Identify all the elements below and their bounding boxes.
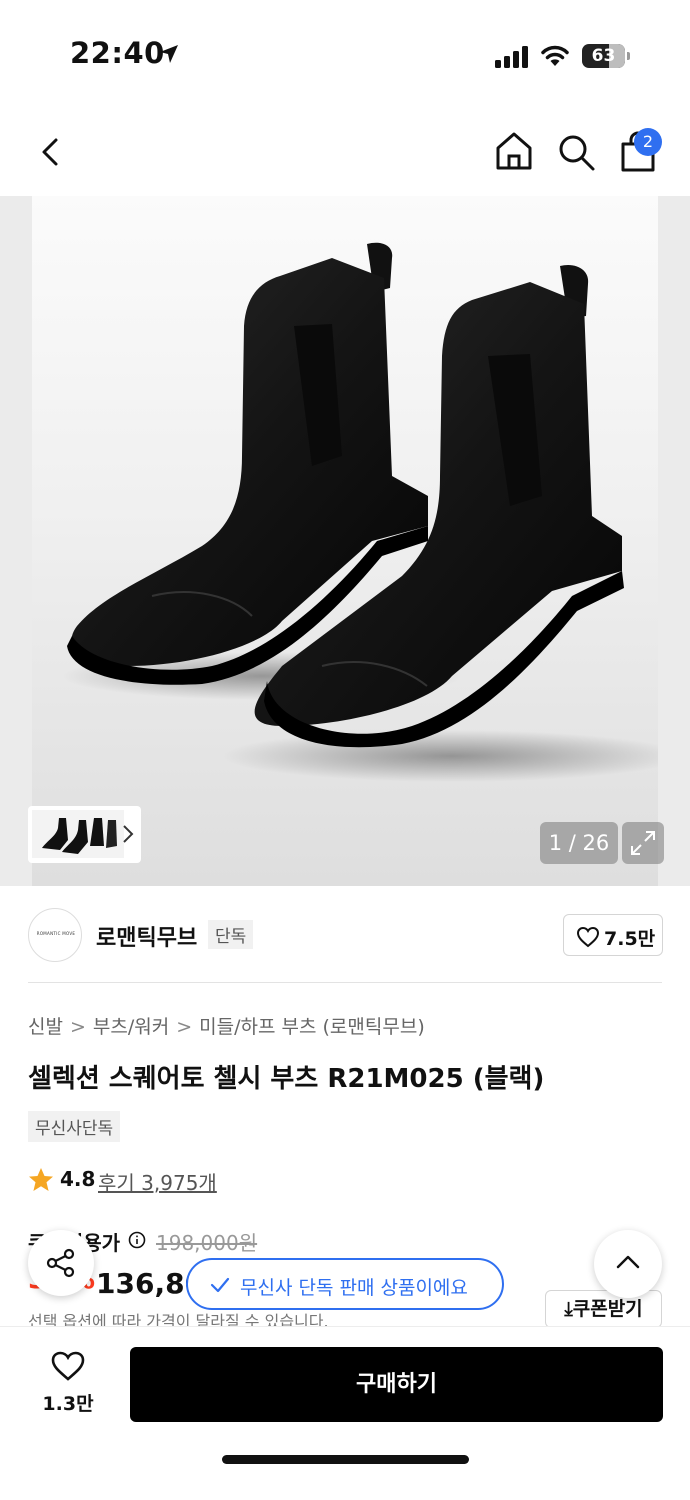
battery-icon: 63 [582, 44, 630, 68]
home-icon[interactable] [494, 130, 534, 172]
exclusive-badge: 무신사단독 [28, 1111, 121, 1142]
coupon-button[interactable]: ⤓쿠폰받기 [545, 1290, 662, 1328]
battery-percent: 63 [591, 46, 616, 66]
brand-exclusive-tag: 단독 [208, 920, 254, 949]
rating-value: 4.8 [60, 1167, 96, 1191]
share-button[interactable] [28, 1230, 94, 1296]
breadcrumb-item[interactable]: 미들/하프 부츠 (로맨틱무브) [199, 1016, 425, 1038]
chevron-right-icon: > [176, 1016, 193, 1038]
coupon-button-label: 쿠폰받기 [572, 1298, 643, 1320]
wishlist-count: 1.3만 [42, 1393, 94, 1415]
product-image-gallery[interactable]: 1 / 26 [0, 196, 690, 886]
scroll-to-top-button[interactable] [594, 1230, 662, 1298]
heart-icon [51, 1351, 85, 1381]
chevron-right-icon[interactable] [120, 820, 136, 848]
brand-like-count: 7.5만 [604, 928, 656, 950]
breadcrumb-item[interactable]: 신발 [28, 1016, 63, 1038]
info-icon[interactable] [128, 1231, 146, 1249]
breadcrumb: 신발 > 부츠/워커 > 미들/하프 부츠 (로맨틱무브) [28, 1012, 425, 1039]
exclusive-toast: 무신사 단독 판매 상품이에요 [186, 1258, 504, 1310]
buy-button[interactable]: 구매하기 [130, 1347, 663, 1422]
original-price: 198,000원 [156, 1231, 258, 1255]
search-icon[interactable] [556, 132, 596, 172]
image-counter: 1 / 26 [540, 822, 618, 864]
review-count-link[interactable]: 후기 3,975개 [98, 1167, 217, 1196]
top-nav [0, 120, 690, 186]
toast-message: 무신사 단독 판매 상품이에요 [240, 1277, 468, 1299]
expand-icon [631, 831, 655, 855]
brand-like-button[interactable]: 7.5만 [563, 914, 663, 956]
brand-row: ROMANTIC MOVE 로맨틱무브 단독 7.5만 [0, 900, 690, 970]
star-icon [29, 1168, 53, 1191]
location-arrow-icon [160, 45, 178, 63]
product-photo [62, 242, 658, 782]
thumbnail-image[interactable] [32, 810, 124, 858]
download-icon: ⤓ [564, 1298, 573, 1320]
chevron-up-icon [616, 1255, 640, 1269]
cart-count-badge: 2 [634, 128, 662, 156]
expand-button[interactable] [622, 822, 664, 864]
breadcrumb-item[interactable]: 부츠/워커 [93, 1016, 169, 1038]
home-indicator [222, 1455, 469, 1464]
bottom-action-bar: 1.3만 구매하기 [0, 1326, 690, 1500]
status-time: 22:40 [70, 36, 165, 70]
brand-logo-text: ROMANTIC MOVE [36, 931, 76, 936]
cellular-signal-icon [495, 46, 528, 68]
divider [28, 982, 662, 983]
chevron-right-icon: > [69, 1016, 86, 1038]
heart-icon [576, 926, 600, 948]
share-icon [46, 1248, 75, 1278]
sale-price: 136,800원 [96, 1267, 196, 1300]
wishlist-button[interactable]: 1.3만 [28, 1347, 108, 1427]
back-arrow-icon[interactable] [32, 132, 72, 172]
check-icon [210, 1277, 230, 1293]
thumbnail-strip[interactable] [28, 806, 141, 863]
brand-name[interactable]: 로맨틱무브 [96, 920, 197, 952]
status-bar: 22:40 63 [0, 0, 690, 110]
product-title: 셀렉션 스퀘어토 첼시 부츠 R21M025 (블랙) [28, 1064, 545, 1094]
brand-logo[interactable]: ROMANTIC MOVE [28, 908, 82, 962]
wifi-icon [541, 45, 569, 66]
